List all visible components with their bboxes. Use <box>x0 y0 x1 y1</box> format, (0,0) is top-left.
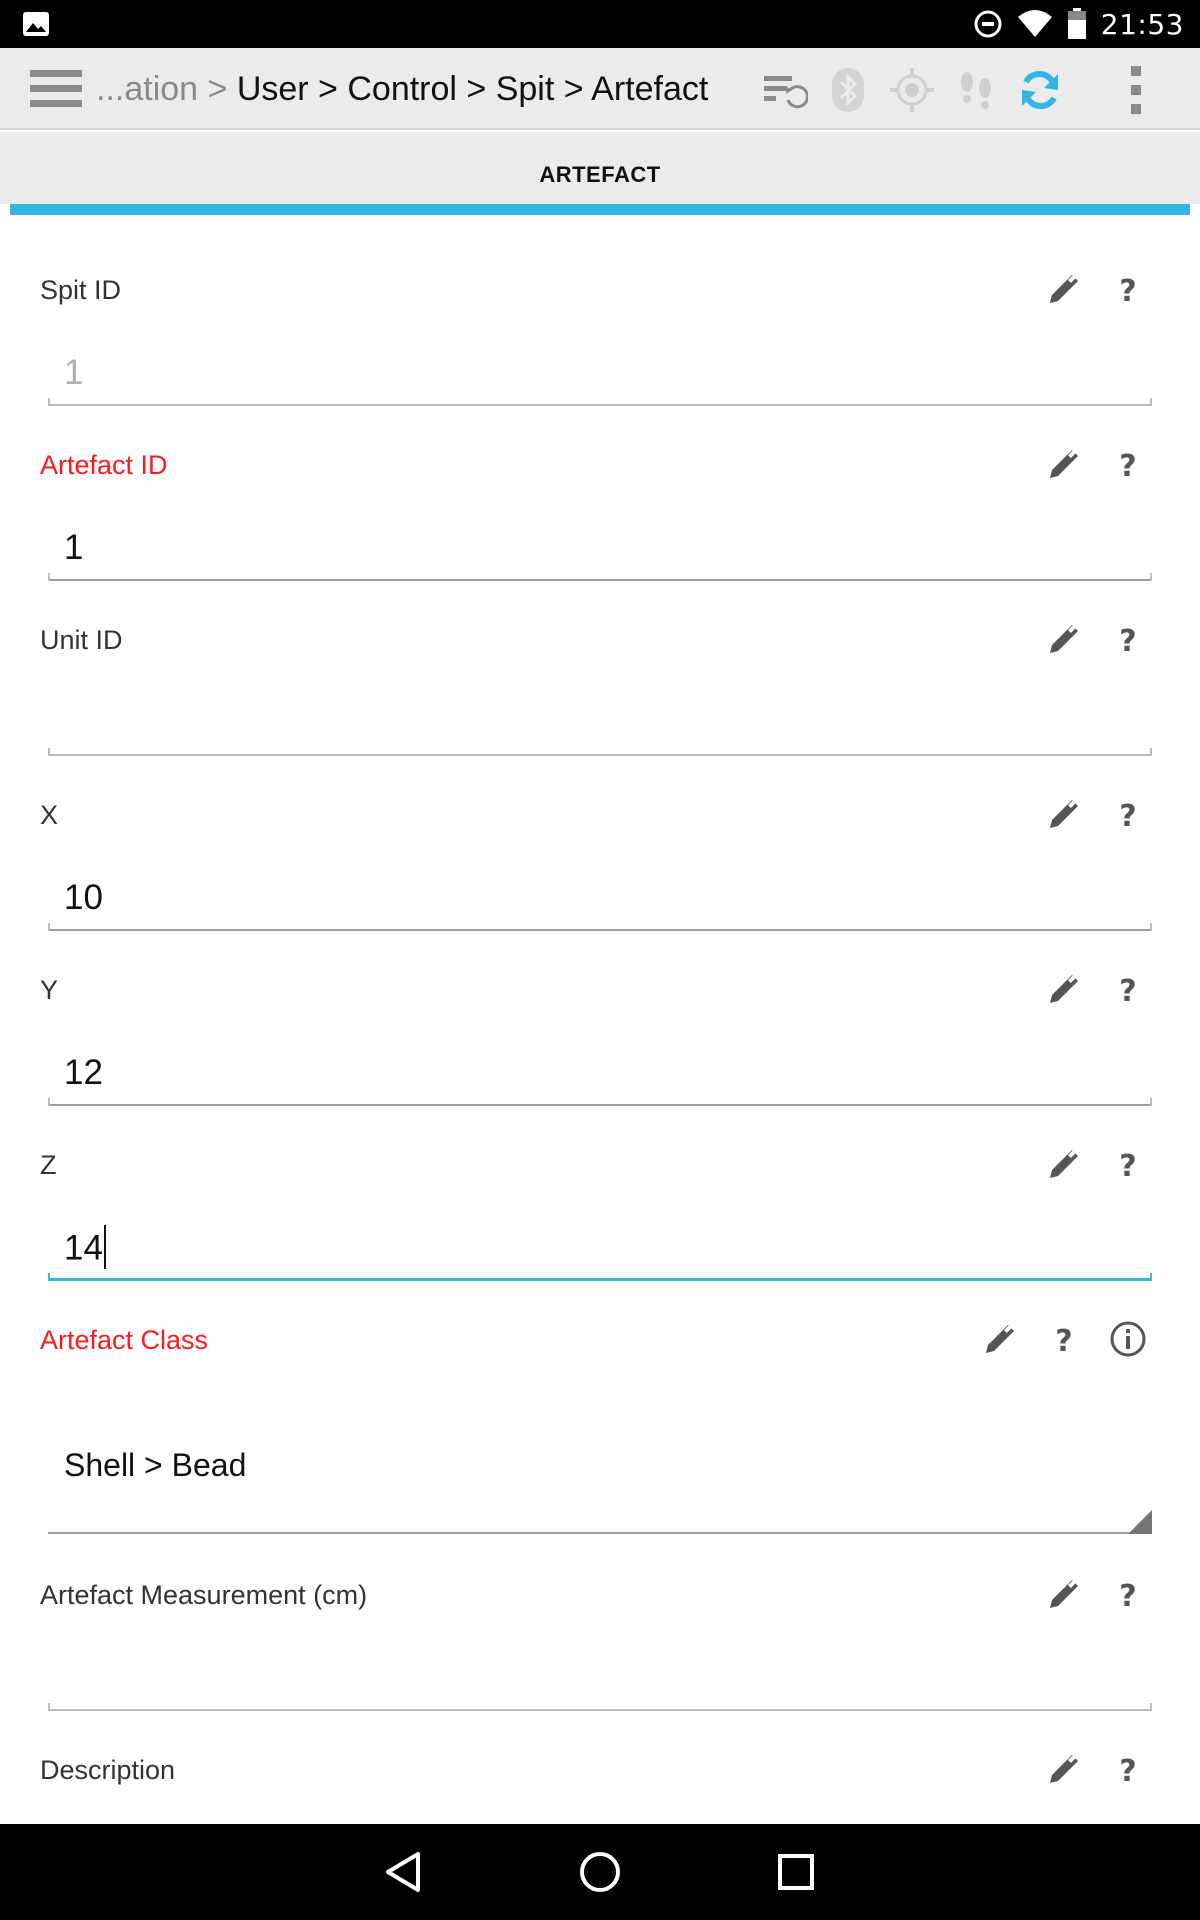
sync-status-icon[interactable] <box>760 66 808 114</box>
pencil-icon[interactable] <box>1044 269 1084 309</box>
gps-icon[interactable] <box>888 66 936 114</box>
question-icon[interactable]: ? <box>1108 1749 1148 1789</box>
artefact-form: Spit ID ? 1 Artefact ID ? 1 Unit ID ? X … <box>10 215 1190 1825</box>
tracking-icon[interactable] <box>952 66 1000 114</box>
question-icon[interactable]: ? <box>1108 1144 1148 1184</box>
recents-icon[interactable] <box>772 1848 820 1896</box>
pencil-icon[interactable] <box>1044 794 1084 834</box>
question-icon[interactable]: ? <box>1108 969 1148 1009</box>
pencil-icon[interactable] <box>1044 444 1084 484</box>
pencil-icon[interactable] <box>1044 1574 1084 1614</box>
do-not-disturb-icon <box>974 10 1002 38</box>
question-icon[interactable]: ? <box>1108 444 1148 484</box>
z-input[interactable]: 14 <box>64 1225 106 1272</box>
x-input[interactable]: 10 <box>64 878 103 918</box>
breadcrumb[interactable]: ...ation > User > Control > Spit > Artef… <box>96 48 708 130</box>
svg-text:?: ? <box>1119 1149 1136 1184</box>
artefact-class-select[interactable]: Shell > Bead <box>64 1447 246 1484</box>
artefact-id-underline <box>48 573 1152 581</box>
y-input[interactable]: 12 <box>64 1053 103 1093</box>
home-icon[interactable] <box>576 1848 624 1896</box>
svg-text:?: ? <box>1055 1324 1072 1359</box>
svg-text:?: ? <box>1119 449 1136 484</box>
info-icon[interactable] <box>1108 1319 1148 1359</box>
description-label: Description <box>40 1755 176 1785</box>
y-label: Y <box>40 975 59 1005</box>
breadcrumb-path[interactable]: User > Control > Spit > Artefact <box>237 70 709 108</box>
svg-text:?: ? <box>1119 1754 1136 1789</box>
wifi-icon <box>1017 10 1052 37</box>
artefact-measurement-underline <box>48 1703 1152 1711</box>
overflow-menu-icon[interactable] <box>1112 66 1160 114</box>
pencil-icon[interactable] <box>1044 1749 1084 1789</box>
z-input-value[interactable]: 14 <box>64 1228 103 1267</box>
bluetooth-icon[interactable] <box>824 66 872 114</box>
status-bar: 21:53 <box>0 0 1200 48</box>
artefact-class-underline <box>48 1532 1152 1534</box>
artefact-measurement-label: Artefact Measurement (cm) <box>40 1580 368 1610</box>
question-icon[interactable]: ? <box>1108 794 1148 834</box>
z-underline <box>48 1273 1152 1281</box>
action-bar: ...ation > User > Control > Spit > Artef… <box>0 48 1200 130</box>
tab-artefact[interactable]: ARTEFACT <box>0 162 1200 188</box>
svg-text:?: ? <box>1119 974 1136 1009</box>
pencil-icon[interactable] <box>1044 969 1084 1009</box>
x-label: X <box>40 800 59 830</box>
tab-indicator <box>10 204 1190 215</box>
artefact-id-input[interactable]: 1 <box>64 528 83 568</box>
question-icon[interactable]: ? <box>1108 269 1148 309</box>
svg-text:?: ? <box>1119 799 1136 834</box>
pencil-icon[interactable] <box>1044 619 1084 659</box>
pencil-icon[interactable] <box>1044 1144 1084 1184</box>
text-cursor <box>103 1225 106 1269</box>
menu-icon[interactable] <box>30 68 82 110</box>
navigation-bar <box>0 1824 1200 1920</box>
battery-icon <box>1067 8 1086 39</box>
question-icon[interactable]: ? <box>1108 1574 1148 1614</box>
artefact-id-label: Artefact ID <box>40 450 168 480</box>
image-notification-icon <box>23 12 49 36</box>
question-icon[interactable]: ? <box>1108 619 1148 659</box>
artefact-class-label: Artefact Class <box>40 1325 209 1355</box>
question-icon[interactable]: ? <box>1044 1319 1084 1359</box>
x-underline <box>48 923 1152 931</box>
tab-strip: ARTEFACT <box>0 132 1200 204</box>
clock: 21:53 <box>1100 7 1184 41</box>
pencil-icon[interactable] <box>980 1319 1020 1359</box>
back-icon[interactable] <box>380 1848 428 1896</box>
unit-id-underline <box>48 748 1152 756</box>
z-label: Z <box>40 1150 57 1180</box>
y-underline <box>48 1098 1152 1106</box>
breadcrumb-prefix[interactable]: ...ation > <box>96 70 237 108</box>
svg-text:?: ? <box>1119 1579 1136 1614</box>
spit-id-label: Spit ID <box>40 275 122 305</box>
spit-id-input[interactable]: 1 <box>64 353 83 393</box>
sync-icon[interactable] <box>1016 66 1064 114</box>
dropdown-corner-icon[interactable] <box>1128 1510 1152 1534</box>
svg-text:?: ? <box>1119 624 1136 659</box>
unit-id-label: Unit ID <box>40 625 123 655</box>
spit-id-underline <box>48 398 1152 406</box>
svg-text:?: ? <box>1119 274 1136 309</box>
